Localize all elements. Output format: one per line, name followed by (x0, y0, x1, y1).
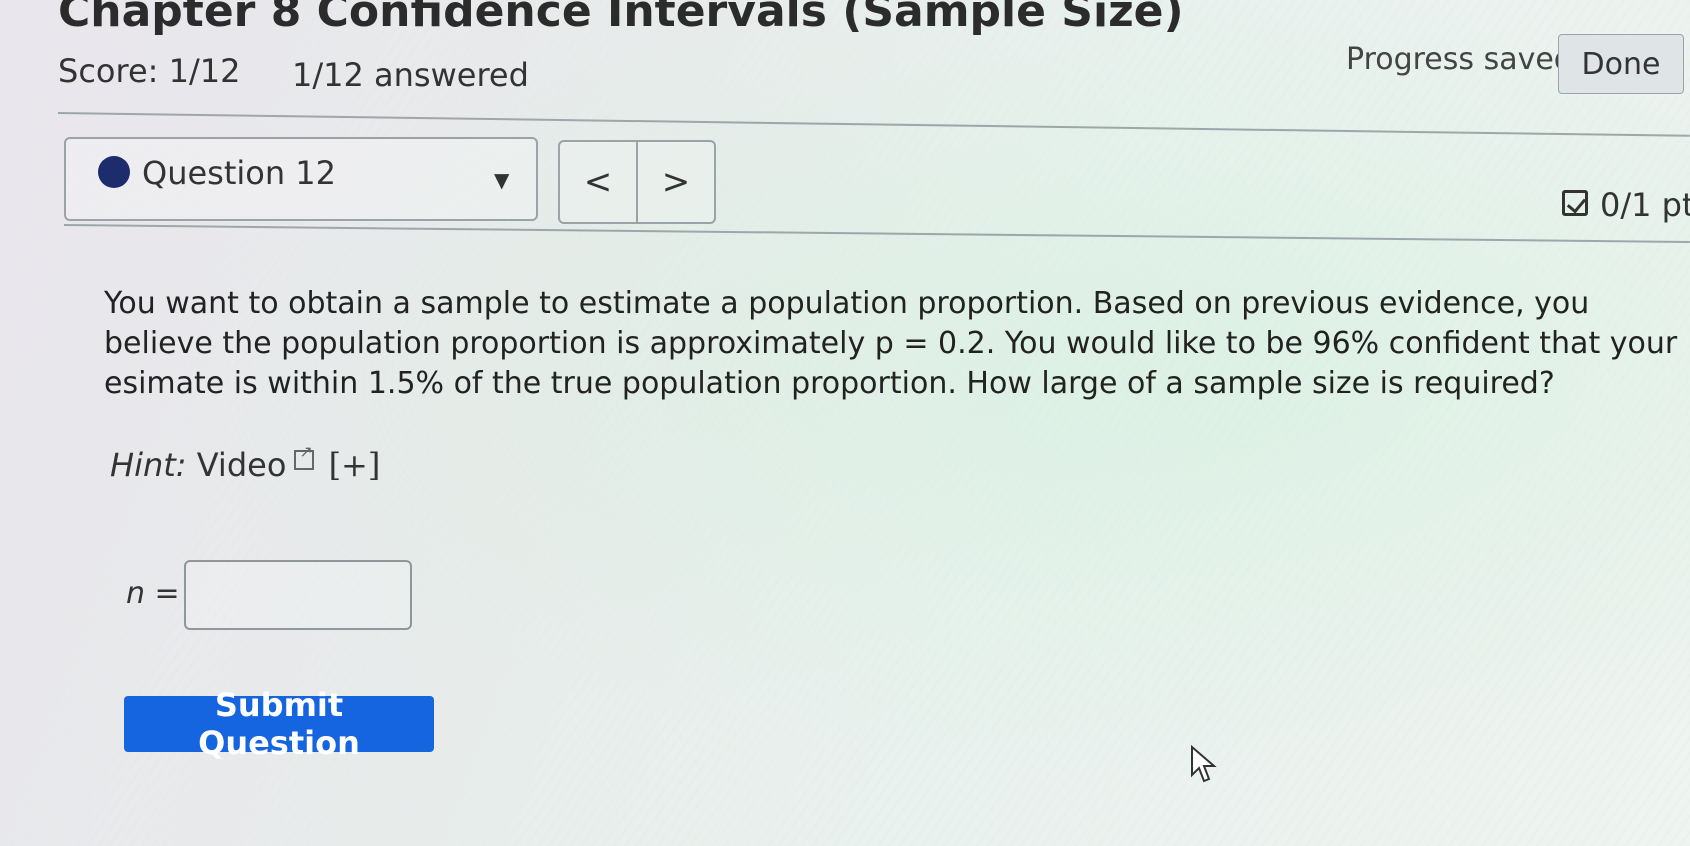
question-status-dot-icon (98, 156, 130, 188)
checkbox-icon (1562, 190, 1588, 216)
hint-expand-link[interactable]: [+] (329, 446, 381, 484)
hint-label: Hint: (110, 446, 187, 484)
hint-row: Hint: Video [+] (110, 442, 381, 484)
header-divider (57, 112, 1690, 137)
mouse-pointer-icon (1191, 745, 1217, 783)
external-link-icon[interactable] (294, 442, 315, 470)
progress-status: Progress saved (1346, 42, 1573, 77)
next-question-button[interactable]: > (636, 140, 716, 224)
submit-question-button[interactable]: Submit Question (124, 686, 434, 762)
answer-input[interactable] (184, 560, 412, 630)
chevron-down-icon[interactable]: ▼ (494, 168, 509, 192)
question-text: You want to obtain a sample to estimate … (104, 286, 1678, 401)
score-label: Score: 1/12 (58, 52, 241, 90)
points-label: 0/1 pt (1600, 186, 1690, 224)
question-selector-label[interactable]: Question 12 (142, 154, 336, 192)
answered-count: 1/12 answered (292, 56, 529, 94)
hint-video-link[interactable]: Video (197, 446, 287, 484)
done-button[interactable]: Done (1558, 34, 1684, 94)
page-title: Chapter 8 Confidence Intervals (Sample S… (58, 0, 1184, 37)
answer-label: n = (126, 576, 180, 611)
previous-question-button[interactable]: < (558, 140, 638, 224)
nav-divider (63, 224, 1690, 244)
